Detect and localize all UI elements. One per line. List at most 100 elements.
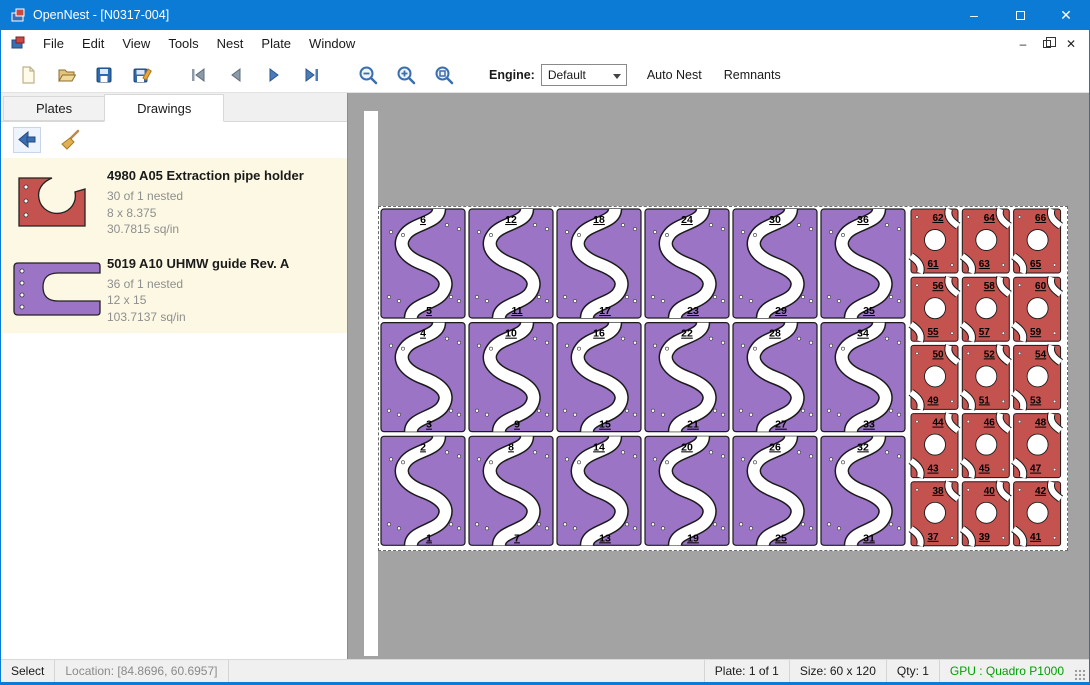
part-number: 63 [979,259,991,270]
nested-part-pair[interactable]: 1817 [557,209,641,318]
plate[interactable]: 6512111817242330293635431091615222128273… [378,206,1068,551]
nested-part-pair[interactable]: 3029 [733,209,817,318]
zoom-out-button[interactable] [349,60,387,90]
save-button[interactable] [85,60,123,90]
nested-part-pair[interactable]: 5049 [911,345,958,409]
chevron-down-icon [613,74,621,79]
menu-view[interactable]: View [113,30,159,57]
save-as-icon [132,65,152,85]
nested-part-pair[interactable]: 4039 [962,482,1009,546]
nested-part-pair[interactable]: 6261 [911,209,958,273]
nested-part-pair[interactable]: 5655 [911,277,958,341]
part-number: 1 [426,532,432,544]
previous-plate-button[interactable] [217,60,255,90]
zoom-in-button[interactable] [387,60,425,90]
plate-svg[interactable]: 6512111817242330293635431091615222128273… [379,207,1067,550]
next-plate-button[interactable] [255,60,293,90]
drawing-list-item[interactable]: 5019 A10 UHMW guide Rev. A 36 of 1 neste… [1,246,347,334]
clear-drawings-button[interactable] [55,127,83,153]
part-number: 9 [514,419,520,431]
part-number: 13 [599,532,611,544]
menu-tools[interactable]: Tools [159,30,207,57]
nested-part-pair[interactable]: 6665 [1014,209,1061,273]
nested-part-pair[interactable]: 3635 [821,209,905,318]
minimize-button[interactable]: – [951,0,997,30]
purple-part-shape [14,263,100,315]
menu-file[interactable]: File [34,30,73,57]
nested-part-pair[interactable]: 3837 [911,482,958,546]
nested-part-pair[interactable]: 1413 [557,436,641,545]
part-number: 60 [1035,281,1047,292]
drawings-panel: 4980 A05 Extraction pipe holder 30 of 1 … [1,122,347,659]
last-plate-button[interactable] [293,60,331,90]
nested-part-pair[interactable]: 5453 [1014,345,1061,409]
open-button[interactable] [47,60,85,90]
menu-plate[interactable]: Plate [252,30,300,57]
nested-part-pair[interactable]: 5251 [962,345,1009,409]
close-button[interactable]: ✕ [1043,0,1089,30]
nested-part-pair[interactable]: 4847 [1014,414,1061,478]
menu-edit[interactable]: Edit [73,30,113,57]
part-number: 32 [857,441,869,453]
nested-part-pair[interactable]: 2221 [645,323,729,432]
nested-part-pair[interactable]: 2827 [733,323,817,432]
zoom-in-icon [395,64,417,86]
nested-part-pair[interactable]: 2423 [645,209,729,318]
nested-part-pair[interactable]: 2625 [733,436,817,545]
nested-part-pair[interactable]: 109 [469,323,553,432]
part-number: 19 [687,532,699,544]
titlebar: OpenNest - [N0317-004] – ✕ [1,0,1089,30]
status-gpu: GPU : Quadro P1000 [939,660,1074,682]
zoom-fit-button[interactable] [425,60,463,90]
open-folder-icon [56,65,76,85]
last-arrow-icon [302,65,322,85]
zoom-out-icon [357,64,379,86]
mdi-close-button[interactable]: ✕ [1061,35,1081,53]
engine-label: Engine: [489,68,535,82]
menu-nest[interactable]: Nest [208,30,253,57]
first-plate-button[interactable] [179,60,217,90]
nested-part-pair[interactable]: 2019 [645,436,729,545]
nested-part-pair[interactable]: 87 [469,436,553,545]
part-number: 59 [1030,327,1042,338]
tab-drawings[interactable]: Drawings [104,94,224,122]
tab-plates[interactable]: Plates [3,96,105,121]
remnants-button[interactable]: Remnants [722,64,783,86]
save-as-button[interactable] [123,60,161,90]
mdi-restore-button[interactable] [1037,35,1057,53]
nested-part-pair[interactable]: 4645 [962,414,1009,478]
nested-part-pair[interactable]: 4443 [911,414,958,478]
nested-part-pair[interactable]: 3433 [821,323,905,432]
part-number: 64 [984,213,996,224]
part-number: 31 [863,532,875,544]
part-number: 49 [927,395,939,406]
nested-part-pair[interactable]: 65 [381,209,465,318]
part-thumbnail-purple [7,254,107,326]
nested-part-pair[interactable]: 4241 [1014,482,1061,546]
nested-part-pair[interactable]: 64 63 [962,209,1009,273]
nested-part-pair[interactable]: 5857 [962,277,1009,341]
first-arrow-icon [188,65,208,85]
nested-part-pair[interactable]: 1615 [557,323,641,432]
nested-part-pair[interactable]: 21 [381,436,465,545]
nest-canvas[interactable]: 6512111817242330293635431091615222128273… [347,93,1089,659]
drawing-list-item[interactable]: 4980 A05 Extraction pipe holder 30 of 1 … [1,158,347,246]
part-number: 55 [927,327,939,338]
app-icon [10,7,26,23]
nested-part-pair[interactable]: 1211 [469,209,553,318]
part-number: 11 [511,305,522,317]
resize-grip[interactable] [1074,669,1086,681]
nested-part-pair[interactable]: 32 31 [821,436,905,545]
menu-window[interactable]: Window [300,30,364,57]
nested-part-pair[interactable]: 60 59 [1014,277,1061,341]
drawing-area: 30.7815 sq/in [107,221,304,238]
save-floppy-icon [94,65,114,85]
auto-nest-button[interactable]: Auto Nest [645,64,704,86]
engine-select[interactable]: Default [541,64,627,86]
new-button[interactable] [9,60,47,90]
import-drawing-button[interactable] [13,127,41,153]
maximize-button[interactable] [997,0,1043,30]
mdi-minimize-button[interactable]: – [1013,35,1033,53]
nested-part-pair[interactable]: 43 [381,323,465,432]
part-number: 52 [984,349,996,360]
